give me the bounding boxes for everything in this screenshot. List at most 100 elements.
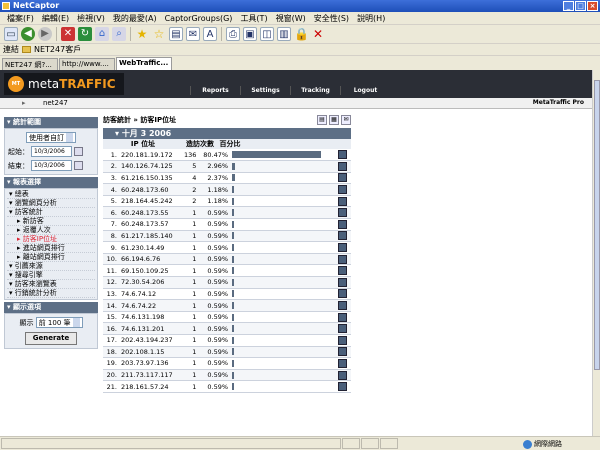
menu-captorgroups[interactable]: CaptorGroups(G) bbox=[161, 14, 237, 23]
font-size-icon[interactable]: A bbox=[203, 27, 217, 41]
nav-tracking[interactable]: Tracking bbox=[290, 86, 340, 95]
detail-icon[interactable] bbox=[337, 243, 347, 253]
detail-icon[interactable] bbox=[337, 185, 347, 195]
window-title: NetCaptor bbox=[13, 1, 60, 10]
detail-icon[interactable] bbox=[337, 358, 347, 368]
favorites-icon[interactable]: ★ bbox=[135, 27, 149, 41]
sidebar-nav-item[interactable]: ▸ 訪客IP位址 bbox=[7, 235, 95, 244]
close-button[interactable]: × bbox=[587, 1, 598, 11]
detail-icon[interactable] bbox=[337, 289, 347, 299]
detail-icon[interactable] bbox=[337, 161, 347, 171]
window-icon[interactable]: ▣ bbox=[243, 27, 257, 41]
maximize-button[interactable]: □ bbox=[575, 1, 586, 11]
favorite-link[interactable]: NET247客戶 bbox=[34, 44, 81, 55]
sidebar-nav-item[interactable]: ▾ 瀏覽網頁分析 bbox=[7, 199, 95, 208]
globe-icon bbox=[523, 439, 532, 449]
detail-icon[interactable] bbox=[337, 266, 347, 276]
forward-icon[interactable]: ▶ bbox=[38, 27, 52, 41]
detail-icon[interactable] bbox=[337, 150, 347, 160]
status-zone: 網際網路 bbox=[534, 440, 562, 448]
page-scrollbar[interactable] bbox=[592, 70, 600, 436]
history-icon[interactable]: ▤ bbox=[169, 27, 183, 41]
new-page-icon[interactable]: ▭ bbox=[4, 27, 18, 41]
nav-logout[interactable]: Logout bbox=[340, 86, 390, 95]
close-all-icon[interactable]: ✕ bbox=[311, 27, 325, 41]
refresh-icon[interactable]: ↻ bbox=[78, 27, 92, 41]
end-date-input[interactable]: 10/3/2006 bbox=[31, 160, 72, 171]
sidebar-nav-item[interactable]: ▸ 進站網頁排行 bbox=[7, 244, 95, 253]
detail-icon[interactable] bbox=[337, 382, 347, 392]
menu-tools[interactable]: 工具(T) bbox=[236, 13, 271, 24]
sidebar-nav-item[interactable]: ▸ 離站網頁排行 bbox=[7, 253, 95, 262]
ip-address: 61.230.14.49 bbox=[121, 243, 165, 252]
sidebar-nav-item[interactable]: ▾ 訪客統計 bbox=[7, 208, 95, 217]
menu-window[interactable]: 視窗(W) bbox=[272, 13, 310, 24]
stop-icon[interactable]: ✕ bbox=[61, 27, 75, 41]
table-row: 2. 140.126.74.125 5 2.96% bbox=[103, 160, 351, 173]
menu-help[interactable]: 說明(H) bbox=[353, 13, 389, 24]
detail-icon[interactable] bbox=[337, 173, 347, 183]
print-icon[interactable]: ⎙ bbox=[226, 27, 240, 41]
row-icon-cell bbox=[337, 311, 351, 324]
display-select[interactable]: 前 100 筆 bbox=[35, 317, 83, 328]
search-icon[interactable]: ⌕ bbox=[112, 27, 126, 41]
sidebar-nav-item[interactable]: ▾ 搜尋引擎 bbox=[7, 271, 95, 280]
mail-icon[interactable]: ✉ bbox=[186, 27, 200, 41]
nav-reports[interactable]: Reports bbox=[190, 86, 240, 95]
menu-favorites[interactable]: 我的最愛(A) bbox=[109, 13, 161, 24]
detail-icon[interactable] bbox=[337, 347, 347, 357]
lock-icon[interactable]: 🔒 bbox=[294, 27, 309, 41]
detail-icon[interactable] bbox=[337, 219, 347, 229]
detail-icon[interactable] bbox=[337, 277, 347, 287]
tab-http[interactable]: http://www.... bbox=[59, 58, 115, 70]
tab-net247[interactable]: NET247 網?... bbox=[2, 58, 58, 70]
table-row: 4. 60.248.173.60 2 1.18% bbox=[103, 183, 351, 196]
home-icon[interactable]: ⌂ bbox=[95, 27, 109, 41]
row-icon-cell bbox=[337, 369, 351, 382]
add-favorite-icon[interactable]: ☆ bbox=[152, 27, 166, 41]
sidebar-nav-item[interactable]: ▾ 行銷統計分析 bbox=[7, 289, 95, 298]
email-report-icon[interactable]: ✉ bbox=[341, 115, 351, 125]
calendar-icon[interactable] bbox=[74, 161, 83, 170]
detail-icon[interactable] bbox=[337, 370, 347, 380]
scrollbar-thumb[interactable] bbox=[594, 80, 600, 370]
row-icon-cell bbox=[337, 149, 351, 162]
minimize-button[interactable]: _ bbox=[563, 1, 574, 11]
table-row: 17. 202.43.194.237 1 0.59% bbox=[103, 334, 351, 347]
sidebar-nav-item[interactable]: ▸ 新訪客 bbox=[7, 217, 95, 226]
detail-icon[interactable] bbox=[337, 312, 347, 322]
menu-file[interactable]: 檔案(F) bbox=[3, 13, 38, 24]
menu-security[interactable]: 安全性(S) bbox=[310, 13, 353, 24]
table-row: 12. 72.30.54.206 1 0.59% bbox=[103, 276, 351, 289]
detail-icon[interactable] bbox=[337, 301, 347, 311]
sidebar-nav-item[interactable]: ▸ 返覆人次 bbox=[7, 226, 95, 235]
range-select[interactable]: 使用者自訂 bbox=[26, 132, 76, 143]
back-icon[interactable]: ◀ bbox=[21, 27, 35, 41]
detail-icon[interactable] bbox=[337, 254, 347, 264]
export-icon[interactable]: ▦ bbox=[329, 115, 339, 125]
bar-cell bbox=[232, 183, 338, 196]
sidebar-nav-item[interactable]: ▾ 訪客來瀏覽表 bbox=[7, 280, 95, 289]
row-icon-cell bbox=[337, 218, 351, 231]
calendar-icon[interactable] bbox=[74, 147, 83, 156]
detail-icon[interactable] bbox=[337, 208, 347, 218]
tile-icon[interactable]: ◫ bbox=[260, 27, 274, 41]
generate-button[interactable]: Generate bbox=[25, 332, 77, 345]
detail-icon[interactable] bbox=[337, 196, 347, 206]
sidebar-nav-item[interactable]: ▾ 引薦來源 bbox=[7, 262, 95, 271]
sidebar-nav-item[interactable]: ▾ 總表 bbox=[7, 190, 95, 199]
print-report-icon[interactable]: ▤ bbox=[317, 115, 327, 125]
start-date-input[interactable]: 10/3/2006 bbox=[31, 146, 72, 157]
tab-webtraffic[interactable]: WebTraffic... bbox=[116, 57, 172, 70]
links-bar: 連結 NET247客戶 bbox=[0, 44, 600, 56]
row-rank: 7. bbox=[110, 220, 117, 229]
menu-view[interactable]: 檢視(V) bbox=[73, 13, 109, 24]
nav-settings[interactable]: Settings bbox=[240, 86, 290, 95]
table-row: 6. 60.248.173.55 1 0.59% bbox=[103, 206, 351, 220]
cascade-icon[interactable]: ▥ bbox=[277, 27, 291, 41]
detail-icon[interactable] bbox=[337, 231, 347, 241]
ip-address: 220.181.19.172 bbox=[121, 150, 173, 159]
menu-edit[interactable]: 編輯(E) bbox=[38, 13, 73, 24]
detail-icon[interactable] bbox=[337, 335, 347, 345]
detail-icon[interactable] bbox=[337, 324, 347, 334]
